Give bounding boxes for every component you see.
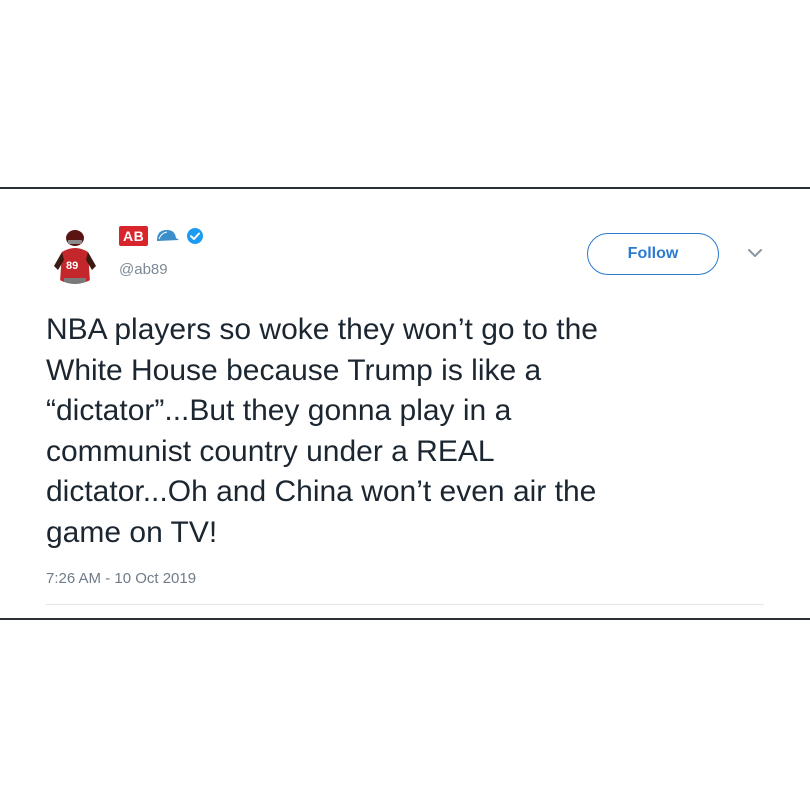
name-row: AB	[119, 224, 204, 248]
cap-icon	[157, 230, 180, 241]
follow-button[interactable]: Follow	[587, 233, 719, 275]
svg-text:89: 89	[66, 260, 78, 272]
verified-icon	[187, 228, 204, 244]
bottom-border	[0, 618, 810, 620]
chevron-down-icon[interactable]	[746, 246, 764, 260]
divider	[46, 604, 764, 605]
user-handle[interactable]: @ab89	[119, 261, 168, 278]
avatar[interactable]: 89	[44, 222, 106, 284]
avatar-photo: 89	[44, 222, 106, 284]
ab-logo[interactable]: AB	[119, 226, 149, 246]
timestamp[interactable]: 7:26 AM - 10 Oct 2019	[46, 570, 196, 587]
tweet-text: NBA players so woke they won’t go to the…	[46, 313, 598, 549]
